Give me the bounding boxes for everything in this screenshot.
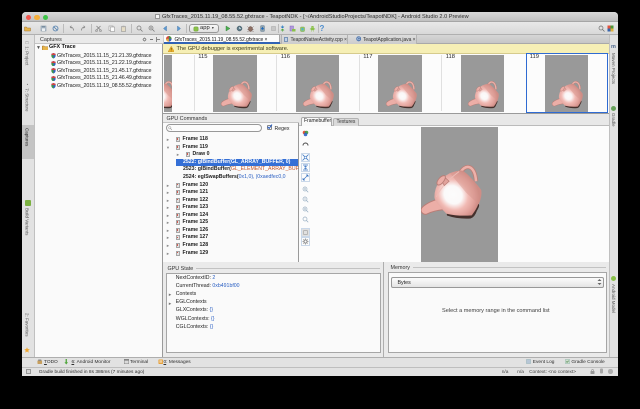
svg-text:C: C <box>357 37 360 42</box>
